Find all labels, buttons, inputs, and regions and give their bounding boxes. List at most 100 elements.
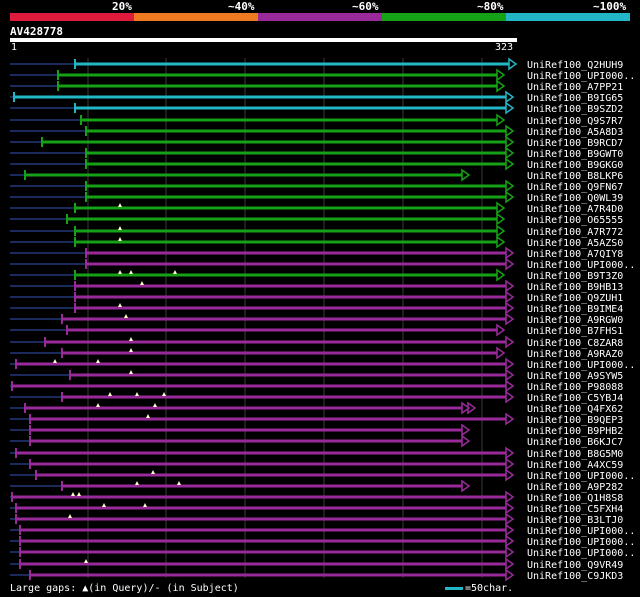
hit-label[interactable]: UniRef100_A7R4D0	[527, 204, 623, 215]
hit-row[interactable]: UniRef100_O65555	[10, 212, 623, 226]
hit-row[interactable]: UniRef100_B8LKP6	[10, 168, 623, 182]
hit-row[interactable]: UniRef100_B7FHS1	[10, 323, 623, 337]
hit-label[interactable]: UniRef100_Q9VR49	[527, 560, 623, 571]
hit-row[interactable]: UniRef100_B9PHB2	[10, 423, 623, 437]
hit-label[interactable]: UniRef100_UPI000..	[527, 360, 635, 371]
hit-row[interactable]: UniRef100_C8ZAR8	[10, 335, 623, 349]
hit-row[interactable]: UniRef100_Q1H8S8	[10, 490, 623, 504]
hit-row[interactable]: UniRef100_UPI000..	[10, 257, 635, 271]
hit-row[interactable]: UniRef100_B9RCD7	[10, 135, 623, 149]
hit-label[interactable]: UniRef100_C5FXH4	[527, 504, 623, 515]
hit-row[interactable]: UniRef100_A5AZS0	[10, 235, 623, 249]
hit-label[interactable]: UniRef100_A7R772	[527, 227, 623, 238]
hit-row[interactable]: UniRef100_Q9S7R7	[10, 113, 623, 127]
hit-label[interactable]: UniRef100_B9HB13	[527, 282, 623, 293]
hit-label[interactable]: UniRef100_UPI000..	[527, 537, 635, 548]
hit-row[interactable]: UniRef100_A9RGW0	[10, 312, 623, 326]
hit-row[interactable]: UniRef100_B9HB13	[10, 279, 623, 293]
hit-label[interactable]: UniRef100_A5A8D3	[527, 127, 623, 138]
hit-label[interactable]: UniRef100_B9RCD7	[527, 138, 623, 149]
hit-label[interactable]: UniRef100_B8G5M0	[527, 449, 623, 460]
hit-label[interactable]: UniRef100_B9GWT0	[527, 149, 623, 160]
hit-label[interactable]: UniRef100_C9JKD3	[527, 571, 623, 582]
hit-row[interactable]: UniRef100_Q9FN67	[10, 179, 623, 193]
hit-row[interactable]: UniRef100_C9JKD3	[10, 568, 623, 582]
hit-row[interactable]: UniRef100_A9P282	[10, 479, 623, 493]
hit-label[interactable]: UniRef100_UPI000..	[527, 548, 635, 559]
hit-row[interactable]: UniRef100_C5YBJ4	[10, 390, 623, 404]
hit-row[interactable]: UniRef100_A7R772	[10, 224, 623, 238]
hit-row[interactable]: UniRef100_A7PP21	[10, 79, 623, 93]
hit-row[interactable]: UniRef100_P98088	[10, 379, 623, 393]
hit-label[interactable]: UniRef100_B7FHS1	[527, 326, 623, 337]
hit-row[interactable]: UniRef100_Q4FX62	[10, 401, 623, 415]
hit-label[interactable]: UniRef100_Q9ZUH1	[527, 293, 623, 304]
hit-label[interactable]: UniRef100_C5YBJ4	[527, 393, 623, 404]
hit-row[interactable]: UniRef100_Q9VR49	[10, 557, 623, 571]
hit-label[interactable]: UniRef100_A5AZS0	[527, 238, 623, 249]
end-arrow	[496, 323, 506, 337]
hit-label[interactable]: UniRef100_B8LKP6	[527, 171, 623, 182]
hit-row[interactable]: UniRef100_A9RAZ0	[10, 346, 623, 360]
hit-label[interactable]: UniRef100_B6KJC7	[527, 437, 623, 448]
hit-row[interactable]: UniRef100_B9T3Z0	[10, 268, 623, 282]
hit-label[interactable]: UniRef100_Q4FX62	[527, 404, 623, 415]
hit-label[interactable]: UniRef100_C8ZAR8	[527, 338, 623, 349]
hit-row[interactable]: UniRef100_Q2HUH9	[10, 57, 623, 71]
end-arrow	[496, 212, 506, 226]
hit-row[interactable]: UniRef100_UPI000..	[10, 523, 635, 537]
hit-label[interactable]: UniRef100_Q1H8S8	[527, 493, 623, 504]
hit-row[interactable]: UniRef100_B9GWT0	[10, 146, 623, 160]
hit-label[interactable]: UniRef100_B9GKG0	[527, 160, 623, 171]
hit-label[interactable]: UniRef100_B9IG65	[527, 93, 623, 104]
hit-label[interactable]: UniRef100_B9SZD2	[527, 104, 623, 115]
hit-label[interactable]: UniRef100_UPI000..	[527, 471, 635, 482]
query-gap-marker	[118, 303, 122, 307]
hit-row[interactable]: UniRef100_B9SZD2	[10, 101, 623, 115]
hit-label[interactable]: UniRef100_UPI000..	[527, 260, 635, 271]
hit-row[interactable]: UniRef100_B3LTJ0	[10, 512, 623, 526]
hit-label[interactable]: UniRef100_Q9S7R7	[527, 116, 623, 127]
hit-row[interactable]: UniRef100_UPI000..	[10, 534, 635, 548]
hit-row[interactable]: UniRef100_A7R4D0	[10, 201, 623, 215]
hit-label[interactable]: UniRef100_P98088	[527, 382, 623, 393]
hit-label[interactable]: UniRef100_A9RGW0	[527, 315, 623, 326]
end-arrow	[505, 135, 515, 149]
end-arrow	[505, 157, 515, 171]
hit-label[interactable]: UniRef100_A9RAZ0	[527, 349, 623, 360]
hit-row[interactable]: UniRef100_UPI000..	[10, 68, 635, 82]
hit-label[interactable]: UniRef100_UPI000..	[527, 526, 635, 537]
hit-label[interactable]: UniRef100_A4XC59	[527, 460, 623, 471]
hit-row[interactable]: UniRef100_UPI000..	[10, 545, 635, 559]
hit-row[interactable]: UniRef100_UPI000..	[10, 468, 635, 482]
hit-row[interactable]: UniRef100_UPI000..	[10, 357, 635, 371]
hit-label[interactable]: UniRef100_Q0WL39	[527, 193, 623, 204]
hit-label[interactable]: UniRef100_A9SYW5	[527, 371, 623, 382]
hit-row[interactable]: UniRef100_B6KJC7	[10, 434, 623, 448]
hit-label[interactable]: UniRef100_A9P282	[527, 482, 623, 493]
hit-row[interactable]: UniRef100_B9IME4	[10, 301, 623, 315]
hit-label[interactable]: UniRef100_B9PHB2	[527, 426, 623, 437]
hit-label[interactable]: UniRef100_B9T3Z0	[527, 271, 623, 282]
hit-row[interactable]: UniRef100_C5FXH4	[10, 501, 623, 515]
hit-label[interactable]: UniRef100_B9QEP3	[527, 415, 623, 426]
hit-row[interactable]: UniRef100_B9IG65	[10, 90, 623, 104]
hit-row[interactable]: UniRef100_B8G5M0	[10, 446, 623, 460]
hit-row[interactable]: UniRef100_B9GKG0	[10, 157, 623, 171]
hit-row[interactable]: UniRef100_A9SYW5	[10, 368, 623, 382]
hit-row[interactable]: UniRef100_B9QEP3	[10, 412, 623, 426]
hit-label[interactable]: UniRef100_Q9FN67	[527, 182, 623, 193]
hit-label[interactable]: UniRef100_O65555	[527, 215, 623, 226]
hit-label[interactable]: UniRef100_B9IME4	[527, 304, 623, 315]
hit-label[interactable]: UniRef100_B3LTJ0	[527, 515, 623, 526]
hit-row[interactable]: UniRef100_Q9ZUH1	[10, 290, 623, 304]
hit-row[interactable]: UniRef100_A4XC59	[10, 457, 623, 471]
hit-row[interactable]: UniRef100_A7QIY8	[10, 246, 623, 260]
query-gap-marker	[162, 392, 166, 396]
hit-row[interactable]: UniRef100_A5A8D3	[10, 124, 623, 138]
hit-label[interactable]: UniRef100_UPI000..	[527, 71, 635, 82]
hit-label[interactable]: UniRef100_A7PP21	[527, 82, 623, 93]
hit-row[interactable]: UniRef100_Q0WL39	[10, 190, 623, 204]
hit-label[interactable]: UniRef100_A7QIY8	[527, 249, 623, 260]
hit-label[interactable]: UniRef100_Q2HUH9	[527, 60, 623, 71]
